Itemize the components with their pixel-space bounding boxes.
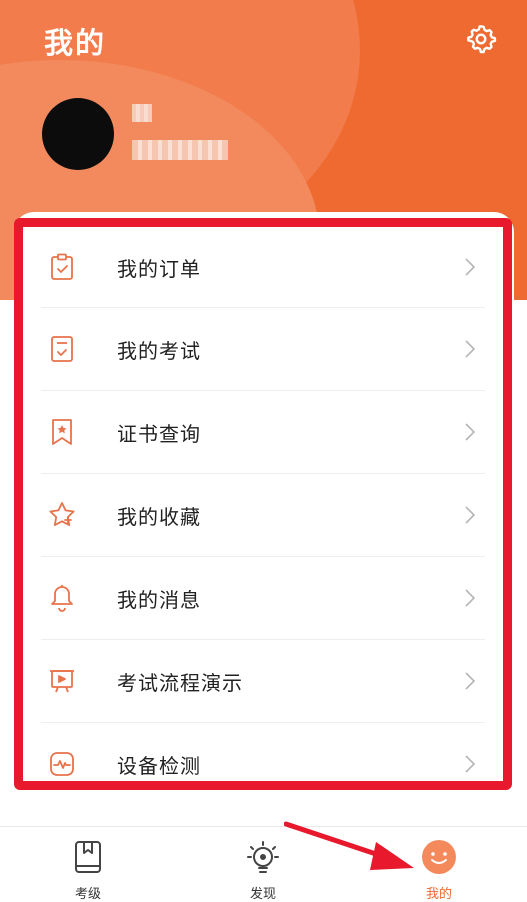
menu-item-exams[interactable]: 我的考试: [41, 308, 485, 391]
smile-face-icon: [419, 837, 459, 877]
star-icon: [47, 500, 77, 530]
chevron-right-icon: [463, 256, 477, 278]
chevron-right-icon: [463, 338, 477, 360]
menu-item-label: 我的订单: [117, 256, 201, 281]
menu-item-certificate[interactable]: 证书查询: [41, 391, 485, 474]
clipboard-check-icon: [47, 252, 77, 282]
tab-label: 我的: [425, 887, 452, 902]
chevron-right-icon: [463, 753, 477, 775]
menu-item-label: 我的收藏: [117, 504, 201, 529]
play-screen-icon: [47, 666, 77, 696]
bottom-tab-bar: 考级 发现 我的: [0, 827, 527, 902]
tab-label: 考级: [74, 887, 101, 902]
menu-item-device-check[interactable]: 设备检测: [41, 723, 485, 781]
menu-item-label: 证书查询: [117, 421, 201, 446]
menu-item-favorites[interactable]: 我的收藏: [41, 474, 485, 557]
bell-icon: [47, 583, 77, 613]
menu-item-messages[interactable]: 我的消息: [41, 557, 485, 640]
chevron-right-icon: [463, 504, 477, 526]
tab-exam-level[interactable]: 考级: [28, 827, 148, 902]
avatar[interactable]: [42, 98, 114, 170]
menu-item-label: 我的消息: [117, 587, 201, 612]
username: [132, 104, 152, 122]
document-check-icon: [47, 334, 77, 364]
menu-item-label: 设备检测: [117, 753, 201, 778]
page-title: 我的: [44, 26, 107, 60]
menu-item-label: 考试流程演示: [117, 670, 243, 695]
gear-icon: [467, 25, 497, 54]
chevron-right-icon: [463, 587, 477, 609]
book-bookmark-icon: [68, 837, 108, 877]
menu-list-highlight: 我的订单 我的考试 证书查询 我的收藏 我的消息 考试流程演示 设备检测: [14, 218, 512, 790]
annotation-arrow: [284, 821, 414, 870]
heartbeat-icon: [47, 749, 77, 779]
chevron-right-icon: [463, 670, 477, 692]
user-id: [132, 140, 228, 160]
bookmark-star-icon: [47, 417, 77, 447]
settings-button[interactable]: [462, 20, 500, 58]
chevron-right-icon: [463, 421, 477, 443]
menu-item-orders[interactable]: 我的订单: [41, 227, 485, 308]
tab-label: 发现: [249, 887, 276, 902]
menu-item-label: 我的考试: [117, 338, 201, 363]
menu-item-exam-demo[interactable]: 考试流程演示: [41, 640, 485, 723]
lightbulb-icon: [243, 837, 283, 877]
